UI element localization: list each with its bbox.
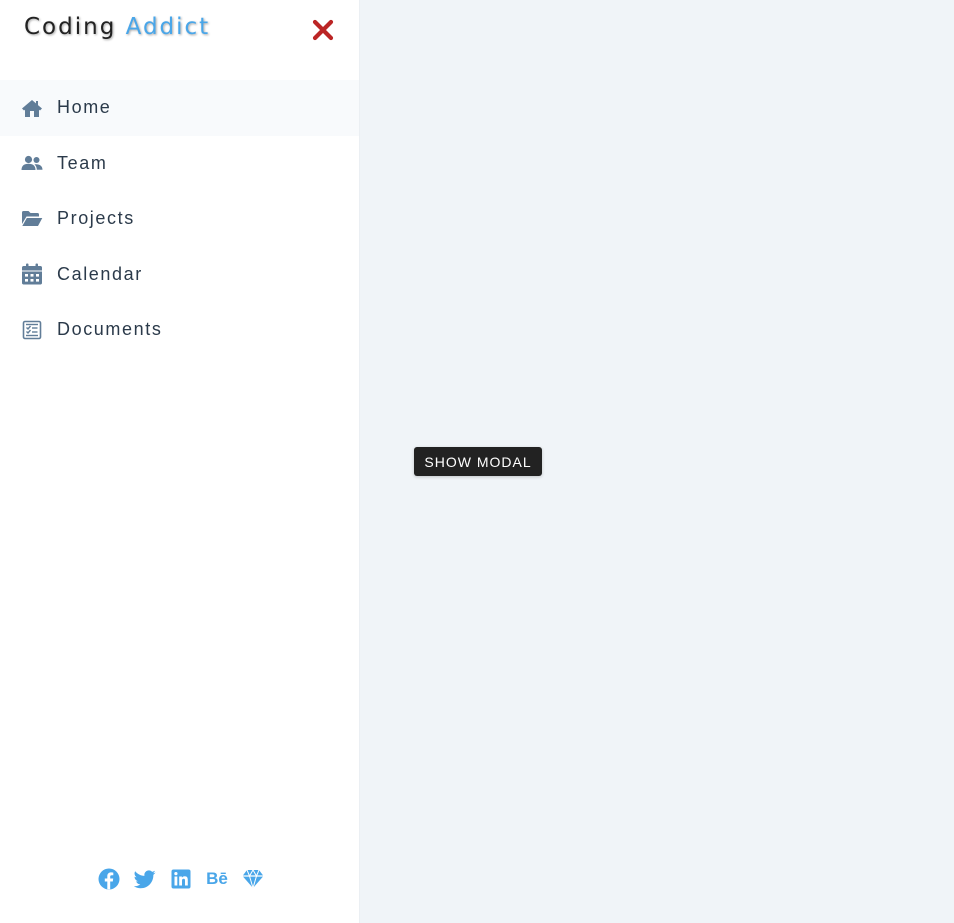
sidebar-item-projects[interactable]: Projects: [0, 191, 359, 247]
folder-open-icon: [21, 208, 43, 230]
home-icon: [21, 97, 43, 119]
twitter-icon: [134, 869, 156, 888]
sketch-icon: [242, 869, 264, 889]
sidebar-item-calendar[interactable]: Calendar: [0, 247, 359, 303]
team-icon: [21, 152, 43, 174]
sidebar-item-label: Calendar: [57, 263, 143, 284]
behance-icon: Bē: [206, 869, 228, 888]
sidebar-item-label: Team: [57, 152, 108, 173]
social-links: Bē: [0, 864, 359, 894]
sidebar-header: Coding Addict: [0, 0, 359, 60]
sidebar-item-label: Documents: [57, 319, 163, 340]
logo-accent-text: Addict: [125, 14, 211, 40]
facebook-icon: [98, 868, 120, 890]
close-icon: [312, 19, 334, 41]
sidebar: Coding Addict Home Team Projects Calenda…: [0, 0, 359, 923]
document-icon: [21, 319, 43, 341]
linkedin-link[interactable]: [170, 868, 192, 890]
show-modal-button[interactable]: SHOW MODAL: [414, 447, 542, 476]
sidebar-item-home[interactable]: Home: [0, 80, 359, 136]
behance-link[interactable]: Bē: [206, 868, 228, 890]
sketch-link[interactable]: [242, 868, 264, 890]
sidebar-item-label: Projects: [57, 208, 135, 229]
calendar-icon: [21, 263, 43, 285]
facebook-link[interactable]: [98, 868, 120, 890]
sidebar-item-documents[interactable]: Documents: [0, 302, 359, 358]
sidebar-item-label: Home: [57, 97, 112, 118]
sidebar-nav: Home Team Projects Calendar Documents: [0, 80, 359, 358]
linkedin-icon: [171, 869, 191, 889]
logo-text: Coding: [24, 14, 126, 40]
close-button[interactable]: [309, 16, 337, 44]
logo: Coding Addict: [24, 14, 210, 40]
twitter-link[interactable]: [134, 868, 156, 890]
sidebar-item-team[interactable]: Team: [0, 136, 359, 192]
